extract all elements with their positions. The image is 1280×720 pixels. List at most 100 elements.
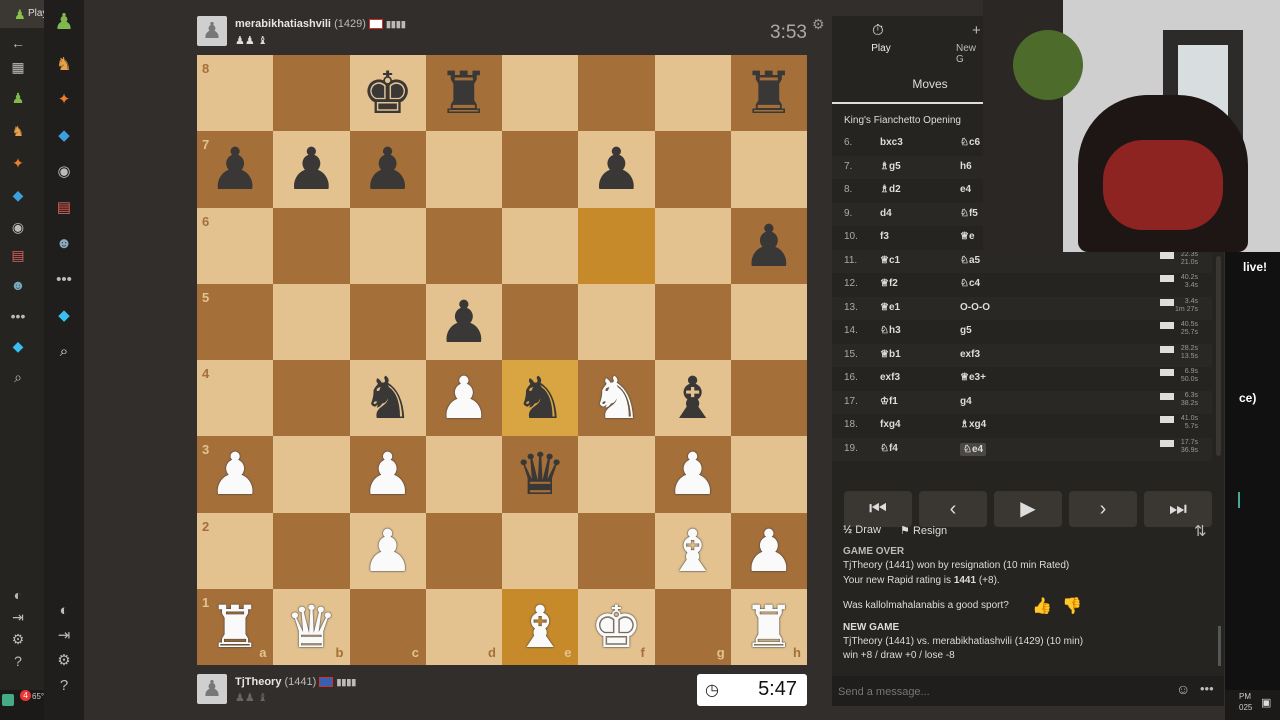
social-icon[interactable]: ☻ [54,234,74,254]
diamond-icon[interactable]: ◆ [54,306,74,326]
watch-icon[interactable]: ◉ [54,162,74,182]
flip-board-icon[interactable]: ⇅ [1194,522,1207,540]
resign-button[interactable]: ⚑ Resign [900,524,947,537]
black-pawn-d5[interactable]: ♟ [426,284,502,360]
white-move[interactable]: ♗g5 [880,161,901,172]
white-move[interactable]: ♘f4 [880,443,898,454]
white-move[interactable]: bxc3 [880,137,903,148]
black-move[interactable]: ♘c4 [960,278,980,289]
emoji-icon[interactable]: ☺ [1176,681,1190,697]
tab-play[interactable]: ⏱ Play [832,16,932,60]
square-b8[interactable] [273,55,350,132]
square-e6[interactable] [502,207,579,284]
white-move[interactable]: ♗d2 [880,184,901,195]
chess-logo-icon[interactable]: ♟ [54,11,74,33]
previous-move-button[interactable]: ‹ [919,491,987,527]
black-move[interactable]: exf3 [960,349,980,360]
black-move[interactable]: h6 [960,161,972,172]
square-g5[interactable] [654,283,731,360]
square-e2[interactable] [502,512,579,589]
white-rook-a1[interactable]: ♜ [197,589,273,665]
black-move[interactable]: g4 [960,396,972,407]
square-h4[interactable] [730,360,807,437]
square-b6[interactable] [273,207,350,284]
square-b3[interactable] [273,436,350,513]
square-b2[interactable] [273,512,350,589]
more-options-icon[interactable]: ••• [1200,681,1214,696]
news-icon[interactable]: ▤ [8,246,28,264]
tab-new-game[interactable]: + New G [932,16,984,65]
square-b5[interactable] [273,283,350,360]
square-e8[interactable] [502,55,579,132]
black-move[interactable]: ♕e [960,231,975,242]
square-d3[interactable] [425,436,502,513]
square-f3[interactable] [578,436,655,513]
white-move[interactable]: ♕c1 [880,255,900,266]
black-knight-c4[interactable]: ♞ [350,360,426,436]
black-bishop-g4[interactable]: ♝ [655,360,731,436]
settings-icon[interactable]: ⚙ [8,630,28,648]
square-g8[interactable] [654,55,731,132]
black-knight-e4[interactable]: ♞ [502,360,578,436]
white-move[interactable]: ♕f2 [880,278,898,289]
black-pawn-f7[interactable]: ♟ [578,131,654,207]
white-king-f1[interactable]: ♚ [578,589,654,665]
white-pawn-d4[interactable]: ♟ [426,360,502,436]
white-pawn-c3[interactable]: ♟ [350,436,426,512]
help-icon[interactable]: ? [8,652,28,670]
lessons-icon[interactable]: ◆ [8,186,28,204]
help-icon[interactable]: ? [54,676,74,696]
learn-icon[interactable]: ✦ [8,154,28,172]
tab-moves[interactable]: Moves [832,68,984,104]
white-queen-b1[interactable]: ♛ [273,589,349,665]
white-move[interactable]: f3 [880,231,889,242]
chat-scrollbar[interactable] [1218,626,1221,666]
white-move[interactable]: ♔f1 [880,396,898,407]
settings-icon[interactable]: ⚙ [54,651,74,671]
white-pawn-g3[interactable]: ♟ [655,436,731,512]
square-d6[interactable] [425,207,502,284]
more-icon[interactable]: ••• [54,270,74,290]
opening-name[interactable]: King's Fianchetto Opening [844,115,961,126]
black-pawn-c7[interactable]: ♟ [350,131,426,207]
white-move[interactable]: ♘h3 [880,325,901,336]
draw-button[interactable]: ½ Draw [843,524,881,536]
black-pawn-a7[interactable]: ♟ [197,131,273,207]
news-icon[interactable]: ▤ [54,198,74,218]
black-rook-h8[interactable]: ♜ [731,55,807,131]
lessons-icon[interactable]: ◆ [54,126,74,146]
back-icon[interactable]: ← [8,34,28,52]
learn-icon[interactable]: ✦ [54,90,74,110]
bottom-player-name[interactable]: TjTheory [235,676,281,688]
apps-grid-icon[interactable]: ▦ [8,58,28,76]
white-bishop-e1[interactable]: ♝ [502,589,578,665]
white-move[interactable]: exf3 [880,372,900,383]
white-move[interactable]: fxg4 [880,419,901,430]
thumbs-up-icon[interactable]: 👍 [1032,596,1052,616]
white-pawn-a3[interactable]: ♟ [197,436,273,512]
first-move-button[interactable]: ⏮ [844,491,912,527]
black-move[interactable]: O-O-O [960,302,990,313]
search-icon[interactable]: ⌕ [8,368,28,386]
black-king-c8[interactable]: ♚ [350,55,426,131]
square-d7[interactable] [425,131,502,208]
square-f2[interactable] [578,512,655,589]
browser-tab[interactable]: ♟ Play [0,0,47,28]
notifications-icon[interactable]: ▣ [1261,696,1271,709]
chat-input[interactable] [836,681,1170,703]
white-pawn-h2[interactable]: ♟ [731,513,807,589]
black-pawn-b7[interactable]: ♟ [273,131,349,207]
more-icon[interactable]: ••• [8,307,28,325]
white-pawn-c2[interactable]: ♟ [350,513,426,589]
play-moves-button[interactable]: ▶ [994,491,1062,527]
black-move[interactable]: g5 [960,325,972,336]
player-name[interactable]: merabikhatiashvili (1429) ▮▮▮▮ [235,18,406,30]
next-move-button[interactable]: › [1069,491,1137,527]
player-name[interactable]: TjTheory (1441) ▮▮▮▮ [235,676,356,688]
chess-board[interactable]: 8 7 6 5 4 3 2 1 a b c d e f g h ♚ ♜ ♜ ♟ ♟ ♟ ♟ ♟ ♟ ♞ ♟ ♞ ♞ ♝ ♟ ♟ ♛ ♟ ♟ ♝ ♟ ♜ ♛ ♝… [197,55,807,665]
collapse-icon[interactable]: ⇥ [54,626,74,646]
black-move[interactable]: ♘e4 [960,442,987,456]
theme-icon[interactable]: ◐ [8,586,28,604]
square-h7[interactable] [730,131,807,208]
black-move[interactable]: e4 [960,184,971,195]
